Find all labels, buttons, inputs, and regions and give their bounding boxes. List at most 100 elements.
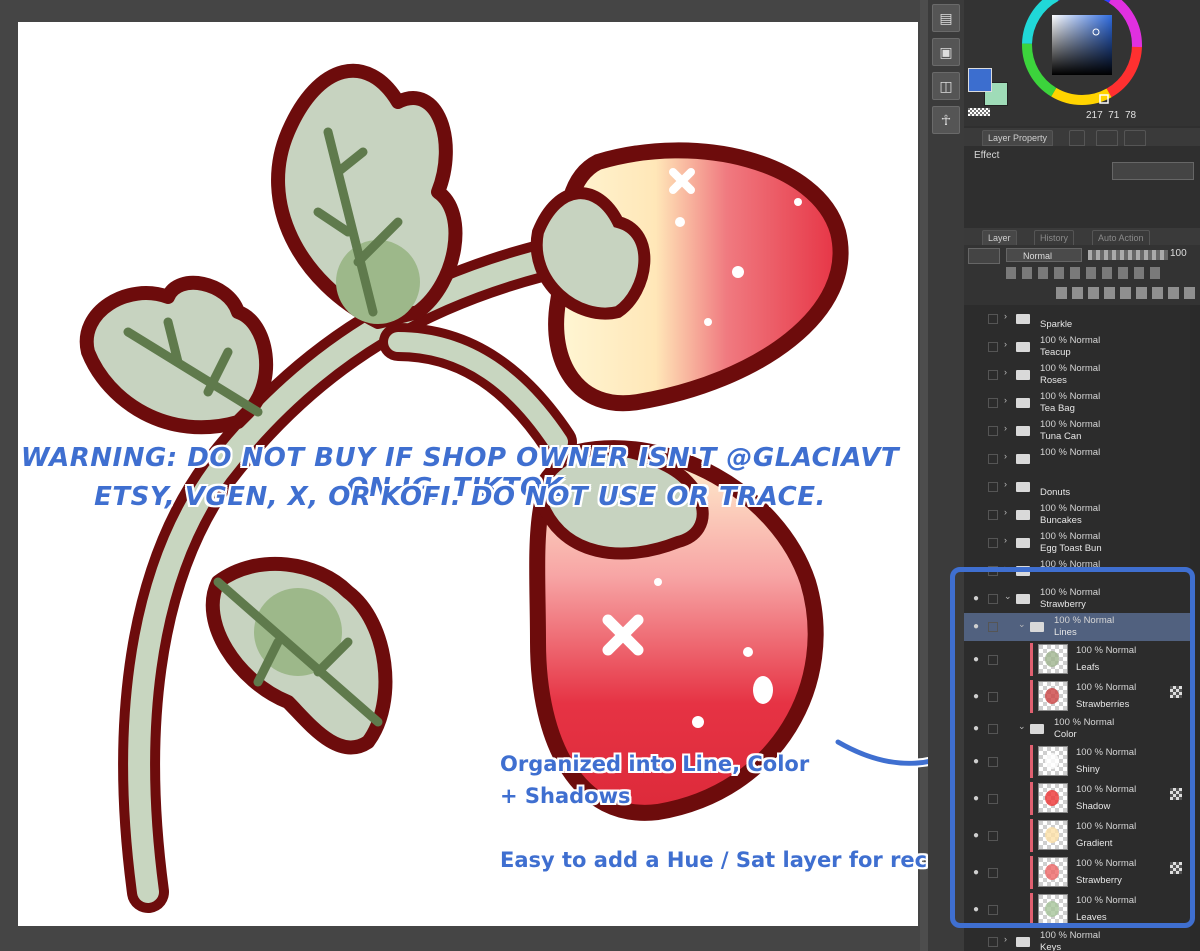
- layer-row[interactable]: › 100 % Normal: [964, 445, 1190, 474]
- layer-name: Sparkle: [1040, 319, 1073, 330]
- layer-name: Keys: [1040, 942, 1062, 951]
- layer-lock-checkbox[interactable]: [988, 937, 998, 947]
- layer-row[interactable]: › 100 % Normal Roses: [964, 361, 1190, 390]
- eye-icon[interactable]: [969, 481, 983, 491]
- effect-label: Effect: [974, 150, 1000, 161]
- navigator-icon[interactable]: ▤: [932, 4, 960, 32]
- chevron-right-icon[interactable]: ›: [1004, 535, 1007, 545]
- note-organized-line1: Organized into Line, Color: [500, 752, 810, 776]
- layer-name: Roses: [1040, 375, 1067, 386]
- layer-blend-text: 100 % Normal: [1040, 335, 1101, 346]
- chevron-right-icon[interactable]: ›: [1004, 395, 1007, 405]
- layer-lock-checkbox[interactable]: [988, 342, 998, 352]
- eye-icon[interactable]: [969, 425, 983, 435]
- layer-row[interactable]: › 100 % Normal Teacup: [964, 333, 1190, 362]
- saturation-value: 71: [1108, 110, 1120, 121]
- layer-row[interactable]: › 100 % Normal Keys: [964, 928, 1190, 951]
- chevron-right-icon[interactable]: ›: [1004, 507, 1007, 517]
- main-color-swatch[interactable]: [968, 68, 992, 92]
- layer-blend-text: 100 % Normal: [1040, 930, 1101, 941]
- layer-blend-text: 100 % Normal: [1040, 503, 1101, 514]
- layer-lock-checkbox[interactable]: [988, 510, 998, 520]
- eye-icon[interactable]: [969, 397, 983, 407]
- tab-auto-action[interactable]: Auto Action: [1092, 230, 1150, 246]
- tab-layer[interactable]: Layer: [982, 230, 1017, 246]
- highlight-frame: [950, 567, 1195, 928]
- layer-lock-checkbox[interactable]: [988, 426, 998, 436]
- layer-name: Buncakes: [1040, 515, 1082, 526]
- eye-icon[interactable]: [969, 936, 983, 946]
- warning-line-2: ETSY, VGEN, X, OR KOFI. DO NOT USE OR TR…: [94, 482, 826, 512]
- chevron-right-icon[interactable]: ›: [1004, 451, 1007, 461]
- eye-icon[interactable]: [969, 453, 983, 463]
- layer-row[interactable]: › Sparkle: [964, 305, 1190, 334]
- layer-row[interactable]: › Donuts: [964, 473, 1190, 502]
- folder-icon: [1016, 510, 1030, 520]
- layer-row[interactable]: › 100 % Normal Egg Toast Bun: [964, 529, 1190, 558]
- opacity-slider[interactable]: [1088, 250, 1168, 260]
- eye-icon[interactable]: [969, 509, 983, 519]
- layer-property-panel: Effect: [964, 146, 1200, 226]
- layer-lock-icons[interactable]: [1006, 267, 1166, 279]
- layer-action-icons[interactable]: [1056, 287, 1196, 299]
- layer-blend-text: 100 % Normal: [1040, 391, 1101, 402]
- layer-lock-checkbox[interactable]: [988, 454, 998, 464]
- layer-lock-checkbox[interactable]: [988, 370, 998, 380]
- folder-icon: [1016, 482, 1030, 492]
- layer-color-toggle[interactable]: [968, 248, 1000, 264]
- note-organized-line2: + Shadows: [500, 784, 631, 808]
- blend-mode-select[interactable]: Normal: [1006, 248, 1082, 262]
- layer-name: Egg Toast Bun: [1040, 543, 1102, 554]
- folder-icon: [1016, 454, 1030, 464]
- folder-icon: [1016, 538, 1030, 548]
- eye-icon[interactable]: [969, 341, 983, 351]
- tab-layer-property[interactable]: Layer Property: [982, 130, 1054, 146]
- color-wheel-panel: 217 71 78: [964, 0, 1200, 126]
- layer-row[interactable]: › 100 % Normal Tuna Can: [964, 417, 1190, 446]
- layer-blend-text: 100 % Normal: [1040, 447, 1101, 458]
- layer-name: Teacup: [1040, 347, 1071, 358]
- canvas-area[interactable]: WARNING: DO NOT BUY IF SHOP OWNER ISN'T …: [0, 0, 996, 951]
- folder-icon: [1016, 370, 1030, 380]
- layer-lock-checkbox[interactable]: [988, 538, 998, 548]
- layer-name: Donuts: [1040, 487, 1071, 498]
- layer-blend-text: 100 % Normal: [1040, 531, 1101, 542]
- eye-icon[interactable]: [969, 369, 983, 379]
- chevron-right-icon[interactable]: ›: [1004, 479, 1007, 489]
- layer-lock-checkbox[interactable]: [988, 398, 998, 408]
- eye-icon[interactable]: [969, 313, 983, 323]
- chevron-right-icon[interactable]: ›: [1004, 339, 1007, 349]
- layer-lock-checkbox[interactable]: [988, 314, 998, 324]
- chevron-right-icon[interactable]: ›: [1004, 367, 1007, 377]
- tab-history[interactable]: History: [1034, 230, 1075, 246]
- value-value: 78: [1124, 110, 1137, 121]
- sub-view-icon[interactable]: ▣: [932, 38, 960, 66]
- tab-prop-4[interactable]: [1124, 130, 1146, 146]
- folder-icon: [1016, 314, 1030, 324]
- color-values: 217 71 78: [1086, 110, 1136, 121]
- folder-icon: [1016, 426, 1030, 436]
- tab-prop-2[interactable]: [1069, 130, 1085, 146]
- layer-row[interactable]: › 100 % Normal Tea Bag: [964, 389, 1190, 418]
- layer-name: Tea Bag: [1040, 403, 1075, 414]
- figure-icon[interactable]: ☥: [932, 106, 960, 134]
- tab-prop-3[interactable]: [1096, 130, 1118, 146]
- chevron-right-icon[interactable]: ›: [1004, 423, 1007, 433]
- transparent-swatch[interactable]: [968, 108, 990, 116]
- folder-icon: [1016, 937, 1030, 947]
- layer-lock-checkbox[interactable]: [988, 482, 998, 492]
- folder-icon: [1016, 398, 1030, 408]
- note-recolor: Easy to add a Hue / Sat layer for recolo…: [500, 848, 996, 872]
- chevron-right-icon[interactable]: ›: [1004, 311, 1007, 321]
- eye-icon[interactable]: [969, 537, 983, 547]
- effect-buttons[interactable]: [1112, 162, 1194, 180]
- layer-toolbar: Normal 100: [964, 245, 1200, 305]
- hue-value: 217: [1086, 110, 1103, 121]
- layer-row[interactable]: › 100 % Normal Buncakes: [964, 501, 1190, 530]
- layer-blend-text: 100 % Normal: [1040, 419, 1101, 430]
- layer-name: Tuna Can: [1040, 431, 1082, 442]
- material-icon[interactable]: ◫: [932, 72, 960, 100]
- property-tabbar: Layer Property: [964, 128, 1200, 147]
- chevron-right-icon[interactable]: ›: [1004, 934, 1007, 944]
- opacity-value: 100: [1170, 248, 1187, 259]
